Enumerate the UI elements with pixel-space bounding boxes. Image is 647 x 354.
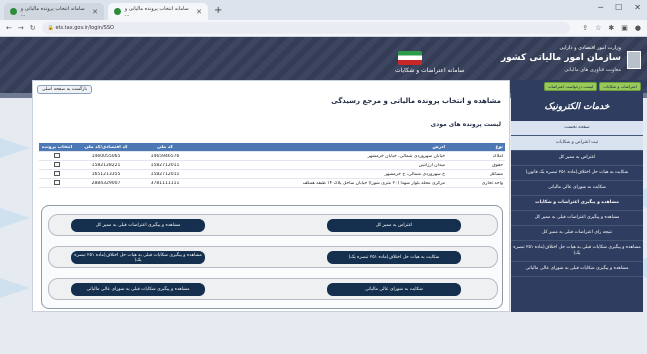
cell-address: خیابان سهروردی شمالی، خیابان خرمشهر — [367, 153, 445, 159]
cell-economic: 1651213355 — [91, 171, 121, 177]
sidebar-tabs: لیست درخواست اعتراضات اعتراضات و شکایات — [511, 80, 643, 93]
sidebar: لیست درخواست اعتراضات اعتراضات و شکایات … — [511, 80, 643, 312]
select-case-icon[interactable] — [54, 161, 60, 167]
system-name: سامانه اعتراضات و شکایات — [395, 67, 465, 74]
forward-arrow-icon[interactable]: → — [18, 24, 24, 32]
sidebar-item-home[interactable]: صفحه نخست — [511, 121, 643, 136]
cell-economic: 1460055065 — [91, 153, 121, 159]
cell-type: املاک — [492, 153, 503, 159]
col-header-address: آدرس — [432, 144, 445, 150]
section-title: لیست پرونده های مودی — [430, 121, 501, 128]
track-council-button[interactable]: مشاهده و پیگیری شکایات قبلی به شورای عال… — [71, 283, 205, 296]
cases-table: انتخاب پرونده کد اقتصادی/کد ملی کد ملی آ… — [39, 143, 505, 188]
reload-icon[interactable]: ↻ — [30, 24, 36, 32]
sidebar-item-objection-results[interactable]: نتیجه رای اعتراضات قبلی به ممیز کل — [511, 226, 643, 241]
sidebar-tab-objections[interactable]: اعتراضات و شکایات — [599, 82, 641, 91]
bg-decor-shape — [0, 278, 30, 298]
select-case-icon[interactable] — [54, 170, 60, 176]
track-board-button[interactable]: مشاهده و پیگیری شکایات قبلی به هیات حل ا… — [71, 251, 205, 264]
complaint-council-button[interactable]: شکایت به شورای عالی مالیاتی — [327, 283, 461, 296]
sidebar-tab-requests[interactable]: لیست درخواست اعتراضات — [543, 82, 598, 91]
table-row[interactable]: 2884329007 3781111111 مرکزی محله بلوار ش… — [39, 179, 505, 188]
tab-title: سامانه انتخاب پرونده مالیاتی و ... — [124, 5, 189, 18]
close-tab-icon[interactable]: ✕ — [196, 8, 202, 16]
sidebar-header: خدمات الکترونیک — [544, 102, 610, 112]
profile-icon[interactable]: ● — [635, 24, 641, 32]
bookmark-star-icon[interactable]: ☆ — [595, 24, 601, 32]
cell-national: 3781111111 — [150, 180, 180, 186]
table-header-row: انتخاب پرونده کد اقتصادی/کد ملی کد ملی آ… — [39, 143, 505, 152]
new-tab-button[interactable]: + — [214, 5, 222, 16]
action-row: اعتراض به ممیز کل مشاهده و پیگیری اعتراض… — [48, 214, 498, 236]
cell-address: مرکزی محله بلوار شهدا (۲۰ متری شورا) خیا… — [302, 180, 445, 186]
action-row: شکایت به شورای عالی مالیاتی مشاهده و پیگ… — [48, 278, 498, 300]
maximize-button[interactable]: ☐ — [615, 3, 622, 12]
select-case-icon[interactable] — [54, 152, 60, 158]
organization-logo — [627, 51, 641, 69]
extensions-icon[interactable]: ✱ — [608, 24, 614, 32]
sidebar-item-track-board[interactable]: مشاهده و پیگیری شکایات قبلی به هیات حل ا… — [511, 241, 643, 262]
cell-type: مشاغل — [489, 171, 503, 177]
col-header-select: انتخاب پرونده — [41, 144, 73, 150]
actions-panel: اعتراض به ممیز کل مشاهده و پیگیری اعتراض… — [41, 205, 503, 309]
sidebar-item-complaint-council[interactable]: شکایت به شورای عالی مالیاتی — [511, 181, 643, 196]
back-arrow-icon[interactable]: ← — [6, 24, 12, 32]
cell-economic: 1582128221 — [91, 162, 121, 168]
col-header-type: نوع — [495, 144, 503, 150]
main-content: بازگشت به صفحه اصلی مشاهده و انتخاب پرون… — [32, 80, 510, 312]
site-favicon-icon — [10, 8, 17, 15]
minimize-button[interactable]: ─ — [598, 3, 603, 12]
tab-title: سامانه انتخاب پرونده مالیاتی و ... — [20, 5, 85, 18]
close-window-button[interactable]: ✕ — [634, 3, 641, 12]
sidebar-item-track-council[interactable]: مشاهده و پیگیری شکایات قبلی به شورای عال… — [511, 262, 643, 277]
bg-decor-shape — [0, 208, 30, 228]
track-objections-button[interactable]: مشاهده و پیگیری اعتراضات قبلی به ممیز کل — [71, 219, 205, 232]
lock-icon: 🔒 — [47, 25, 56, 31]
url-field[interactable]: 🔒 ets.tax.gov.ir/login/SSO — [41, 22, 571, 34]
cell-type: واحد تجاری — [481, 180, 503, 186]
cell-national: 1582712011 — [150, 171, 180, 177]
window-controls: ─ ☐ ✕ — [598, 3, 641, 12]
cell-national: 1465946576 — [150, 153, 180, 159]
browser-tab-bar: سامانه انتخاب پرونده مالیاتی و ... ✕ سام… — [0, 0, 647, 20]
organization-name: سازمان امور مالیاتی کشور — [500, 53, 621, 63]
cell-address: خ سهروردی شمالی، خ خرمشهر — [384, 171, 445, 177]
objection-auditor-button[interactable]: اعتراض به ممیز کل — [327, 219, 461, 232]
close-tab-icon[interactable]: ✕ — [92, 8, 98, 16]
ministry-name: وزارت امور اقتصادی و دارایی — [559, 45, 621, 51]
sidepanel-icon[interactable]: ▣ — [621, 24, 628, 32]
browser-tab-active[interactable]: سامانه انتخاب پرونده مالیاتی و ... ✕ — [108, 3, 208, 20]
sidebar-item-objection-auditor[interactable]: اعتراض به ممیز کل — [511, 151, 643, 166]
address-bar-row: ← → ↻ 🔒 ets.tax.gov.ir/login/SSO ⇪ ☆ ✱ ▣… — [0, 20, 647, 37]
page-title: مشاهده و انتخاب پرونده مالیاتی و مرجع رس… — [331, 97, 501, 105]
browser-tab[interactable]: سامانه انتخاب پرونده مالیاتی و ... ✕ — [4, 3, 104, 20]
table-row[interactable]: 1582128221 1582712011 میدان آرژانتین حقو… — [39, 161, 505, 170]
sidebar-item-register-objection[interactable]: ثبت اعتراض و شکایات — [511, 136, 643, 151]
sidebar-item-track-objections[interactable]: مشاهده و پیگیری اعتراضات قبلی به ممیز کل — [511, 211, 643, 226]
action-row: شکایت به هیات حل اختلاف(ماده ۲۵۱ تبصره ی… — [48, 246, 498, 268]
share-icon[interactable]: ⇪ — [582, 24, 588, 32]
bg-decor-shape — [0, 138, 30, 158]
sidebar-item-complaint-board[interactable]: شکایت به هیات حل اختلاف(ماده ۲۵۱ تبصره ی… — [511, 166, 643, 181]
table-row[interactable]: 1651213355 1582712011 خ سهروردی شمالی، خ… — [39, 170, 505, 179]
sidebar-section-tracking: مشاهده و پیگیری اعتراضات و شکایات — [511, 196, 643, 211]
url-text: ets.tax.gov.ir/login/SSO — [55, 25, 114, 31]
cell-economic: 2884329007 — [91, 180, 121, 186]
cell-address: میدان آرژانتین — [418, 162, 445, 168]
back-to-home-button[interactable]: بازگشت به صفحه اصلی — [37, 85, 93, 94]
cell-national: 1582712011 — [150, 162, 180, 168]
complaint-board-button[interactable]: شکایت به هیات حل اختلاف(ماده ۲۵۱ تبصره ی… — [327, 251, 461, 264]
site-favicon-icon — [114, 8, 121, 15]
col-header-economic: کد اقتصادی/کد ملی — [84, 144, 128, 150]
cell-type: حقوق — [492, 162, 503, 168]
iran-flag-icon — [398, 51, 422, 65]
select-case-icon[interactable] — [54, 179, 60, 185]
col-header-national: کد ملی — [157, 144, 173, 150]
table-row[interactable]: 1460055065 1465946576 خیابان سهروردی شما… — [39, 152, 505, 161]
organization-subtitle: معاونت فناوری های مالیاتی — [564, 67, 621, 73]
